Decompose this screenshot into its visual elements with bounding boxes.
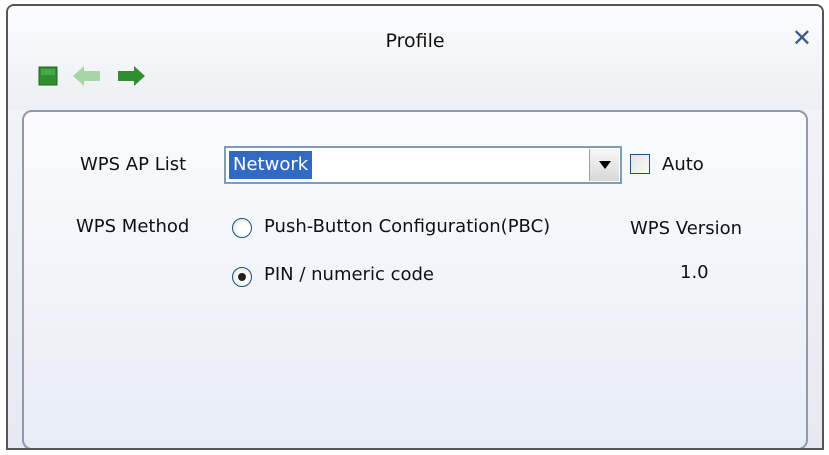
auto-label: Auto: [662, 154, 704, 175]
wps-method-label: WPS Method: [76, 216, 190, 237]
pbc-radio[interactable]: [232, 218, 252, 238]
toolbar: [38, 64, 146, 92]
stop-icon[interactable]: [38, 66, 58, 90]
ap-list-selected-value: Network: [227, 150, 314, 180]
forward-arrow-icon[interactable]: [116, 65, 146, 91]
title-bar: Profile ✕: [8, 6, 822, 110]
wps-version-value: 1.0: [680, 262, 709, 283]
pin-radio[interactable]: [232, 267, 252, 287]
wps-panel: WPS AP List Network Auto WPS Method Push…: [22, 110, 808, 448]
back-arrow-icon[interactable]: [72, 65, 102, 91]
close-button[interactable]: ✕: [792, 26, 812, 50]
chevron-down-icon[interactable]: [589, 149, 619, 181]
auto-checkbox[interactable]: [630, 154, 650, 174]
ap-list-label: WPS AP List: [80, 154, 187, 175]
pbc-option-label: Push-Button Configuration(PBC): [264, 216, 551, 237]
profile-window: Profile ✕ WPS AP List Network Auto WPS M…: [6, 4, 824, 450]
pin-option-label: PIN / numeric code: [264, 264, 434, 285]
wps-version-label: WPS Version: [630, 218, 742, 239]
window-title: Profile: [385, 30, 445, 52]
ap-list-select[interactable]: Network: [224, 146, 622, 184]
